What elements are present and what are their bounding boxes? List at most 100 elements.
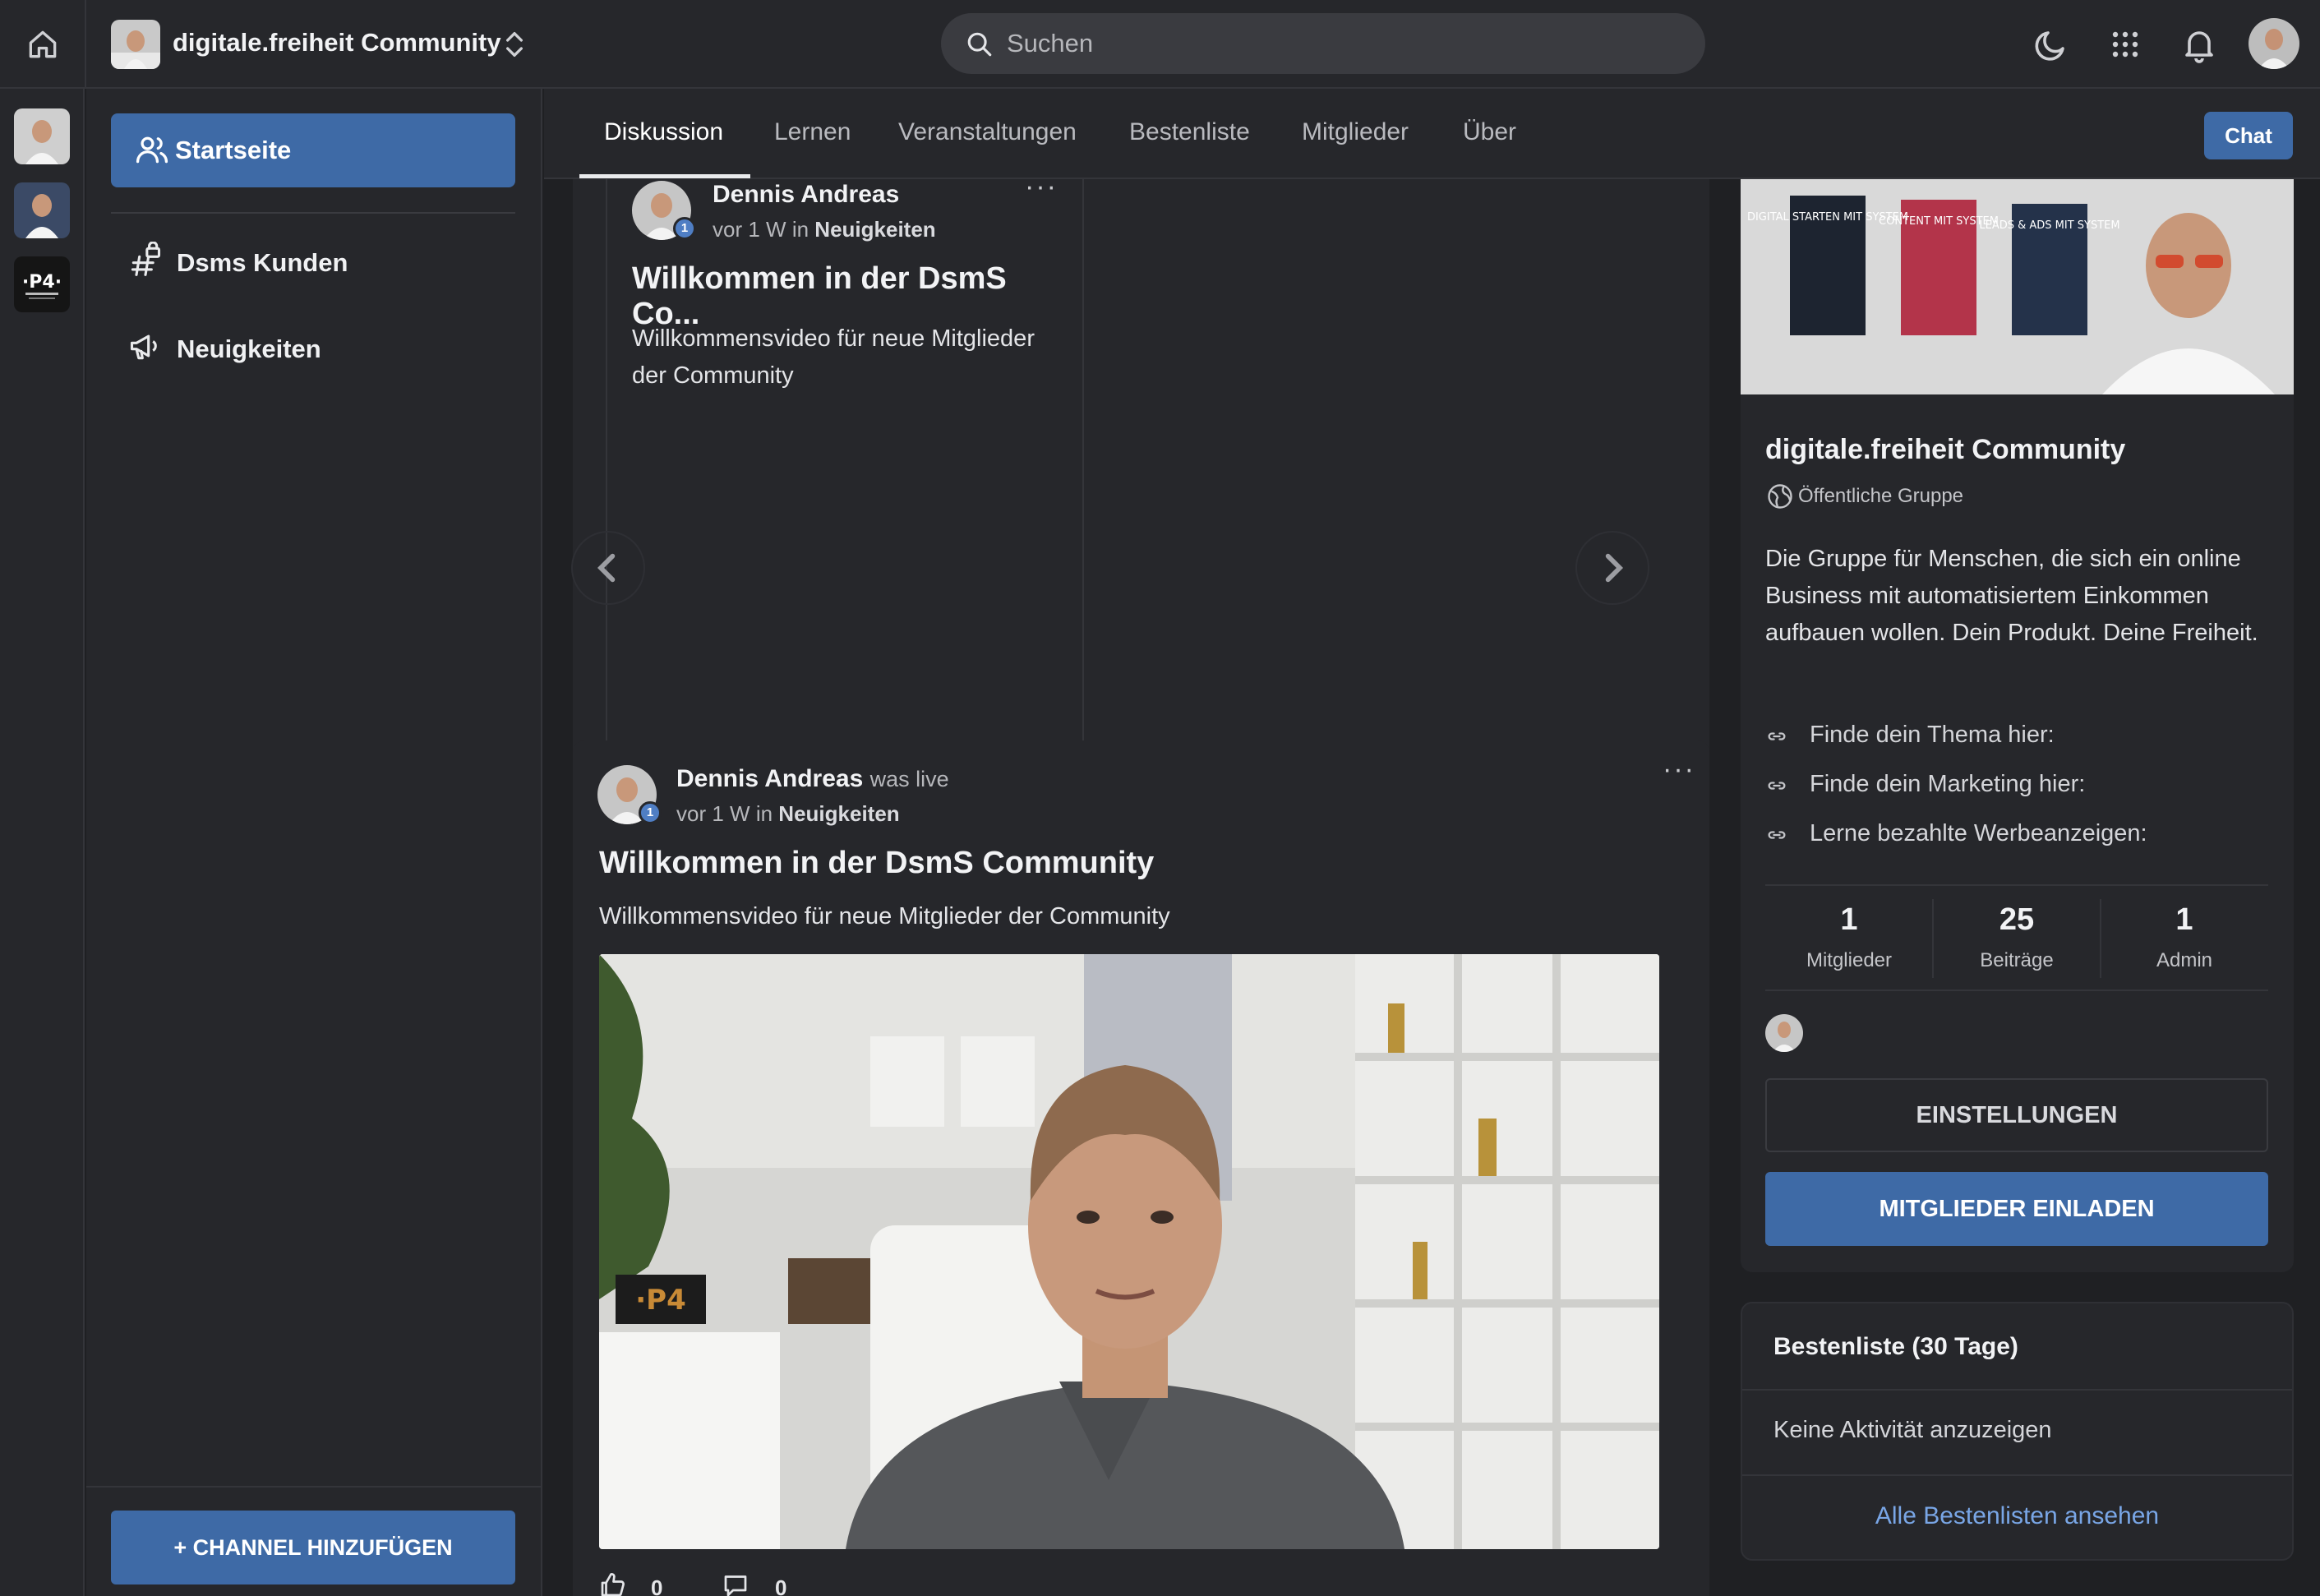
community-rail: ·P4· bbox=[0, 89, 85, 1596]
active-tab-indicator bbox=[579, 174, 750, 178]
sidebar-item-dsms-kunden[interactable]: Dsms Kunden bbox=[111, 228, 515, 291]
discussion-feed[interactable]: 1 Dennis Andreas vor 1 W in Neuigkeiten … bbox=[544, 179, 1719, 1596]
about-link-label: Finde dein Marketing hier: bbox=[1810, 771, 2086, 797]
divider bbox=[111, 212, 515, 214]
tab-mitglieder[interactable]: Mitglieder bbox=[1302, 118, 1409, 146]
carousel-next-button[interactable] bbox=[1575, 531, 1649, 605]
search-input[interactable] bbox=[1007, 13, 1681, 74]
sidebar-item-label: Dsms Kunden bbox=[177, 248, 348, 277]
chat-button[interactable]: Chat bbox=[2204, 112, 2293, 159]
leaderboard-title: Bestenliste (30 Tage) bbox=[1773, 1333, 2018, 1360]
channel-sidebar: Startseite Dsms Kunden Neuigkeiten + CHA… bbox=[86, 89, 542, 1596]
post-time: vor 1 W bbox=[676, 801, 750, 826]
search-bar[interactable] bbox=[941, 13, 1705, 74]
stat-value: 25 bbox=[1999, 902, 2035, 937]
like-count: 0 bbox=[651, 1575, 663, 1596]
level-badge: 1 bbox=[639, 801, 662, 824]
add-channel-button[interactable]: + CHANNEL HINZUFÜGEN bbox=[111, 1511, 515, 1584]
switcher-icon[interactable] bbox=[498, 26, 531, 62]
top-bar: digitale.freiheit Community bbox=[0, 0, 2320, 89]
all-leaderboards-link[interactable]: Alle Bestenlisten ansehen bbox=[1742, 1502, 2292, 1530]
sidebar-item-startseite[interactable]: Startseite bbox=[111, 113, 515, 187]
author-name[interactable]: Dennis Andreas bbox=[713, 181, 899, 209]
divider bbox=[85, 0, 86, 89]
user-avatar[interactable] bbox=[2249, 18, 2299, 69]
divider bbox=[1742, 1474, 2292, 1476]
link-icon bbox=[1765, 725, 1788, 748]
video-player[interactable]: ·P4 bbox=[599, 954, 1659, 1549]
invite-members-button[interactable]: MITGLIEDER EINLADEN bbox=[1765, 1172, 2268, 1246]
post-in: in bbox=[791, 217, 809, 242]
about-description: Die Gruppe für Menschen, die sich ein on… bbox=[1765, 546, 2258, 646]
home-icon[interactable] bbox=[25, 26, 61, 62]
community-banner: DIGITAL STARTEN MIT SYSTEM CONTENT MIT S… bbox=[1741, 179, 2294, 394]
live-status: was live bbox=[869, 767, 949, 791]
stat-value: 1 bbox=[2175, 902, 2193, 937]
globe-icon bbox=[1765, 482, 1795, 511]
link-icon bbox=[1765, 823, 1788, 846]
about-link-label: Lerne bezahlte Werbeanzeigen: bbox=[1810, 820, 2147, 846]
level-badge: 1 bbox=[673, 217, 696, 240]
author-name[interactable]: Dennis Andreas bbox=[676, 765, 863, 792]
carousel-prev-button[interactable] bbox=[571, 531, 645, 605]
member-avatar[interactable] bbox=[1765, 1014, 1803, 1052]
tab-bar: Diskussion Lernen Veranstaltungen Besten… bbox=[544, 89, 2320, 179]
divider bbox=[1742, 1389, 2292, 1391]
moon-icon[interactable] bbox=[2032, 25, 2071, 64]
like-icon[interactable] bbox=[597, 1571, 627, 1596]
divider bbox=[1765, 989, 2268, 991]
link-icon bbox=[1765, 774, 1788, 797]
sidebar-item-label: Startseite bbox=[175, 136, 292, 164]
banner-book-3: LEADS & ADS MIT SYSTEM bbox=[1979, 219, 2119, 232]
stat-members[interactable]: 1 Mitglieder bbox=[1765, 902, 1933, 972]
tab-ueber[interactable]: Über bbox=[1463, 118, 1516, 146]
svg-text:·P4·: ·P4· bbox=[22, 272, 62, 293]
sidebar-item-neuigkeiten[interactable]: Neuigkeiten bbox=[111, 315, 515, 377]
members-icon bbox=[134, 131, 170, 168]
post-text: Willkommensvideo für neue Mitglieder der… bbox=[632, 325, 1035, 389]
tab-veranstaltungen[interactable]: Veranstaltungen bbox=[898, 118, 1077, 146]
sidebar-item-label: Neuigkeiten bbox=[177, 334, 321, 363]
stat-label: Beiträge bbox=[1980, 949, 2054, 971]
about-community-card: DIGITAL STARTEN MIT SYSTEM CONTENT MIT S… bbox=[1741, 179, 2294, 1272]
stat-label: Admin bbox=[2156, 949, 2213, 971]
tab-bestenliste[interactable]: Bestenliste bbox=[1129, 118, 1250, 146]
settings-button[interactable]: EINSTELLUNGEN bbox=[1765, 1078, 2268, 1152]
divider bbox=[1765, 884, 2268, 886]
more-options-icon[interactable]: ··· bbox=[1025, 179, 1058, 203]
hash-lock-icon bbox=[127, 242, 164, 278]
apps-grid-icon[interactable] bbox=[2106, 25, 2145, 64]
about-link-label: Finde dein Thema hier: bbox=[1810, 722, 2055, 748]
post-title[interactable]: Willkommen in der DsmS Community bbox=[599, 846, 1154, 881]
community-avatar[interactable] bbox=[111, 20, 160, 69]
post-author-line: Dennis Andreas was live bbox=[676, 765, 949, 793]
leaderboard-empty-text: Keine Aktivität anzuzeigen bbox=[1773, 1417, 2052, 1443]
stat-value: 1 bbox=[1840, 902, 1858, 937]
post-meta: vor 1 W in Neuigkeiten bbox=[713, 217, 936, 242]
more-options-icon[interactable]: ··· bbox=[1663, 754, 1695, 786]
stat-label: Mitglieder bbox=[1806, 949, 1893, 971]
post-channel[interactable]: Neuigkeiten bbox=[814, 217, 935, 242]
divider bbox=[86, 1486, 541, 1488]
post-text: Willkommensvideo für neue Mitglieder der… bbox=[599, 903, 1170, 929]
rail-community-digitale-freiheit[interactable] bbox=[14, 108, 70, 164]
tab-diskussion[interactable]: Diskussion bbox=[604, 118, 723, 146]
stat-posts[interactable]: 25 Beiträge bbox=[1933, 902, 2101, 972]
post-in: in bbox=[755, 801, 773, 826]
post-channel[interactable]: Neuigkeiten bbox=[778, 801, 899, 826]
megaphone-icon bbox=[127, 328, 164, 364]
search-icon bbox=[966, 30, 994, 58]
rail-community-dsms[interactable] bbox=[14, 182, 70, 238]
rail-community-hartmann[interactable]: ·P4· bbox=[14, 256, 70, 312]
community-name[interactable]: digitale.freiheit Community bbox=[173, 28, 501, 58]
post-time: vor 1 W bbox=[713, 217, 786, 242]
bell-icon[interactable] bbox=[2179, 25, 2219, 64]
post-card[interactable]: 1 Dennis Andreas was live vor 1 W in Neu… bbox=[573, 740, 1709, 1596]
svg-text:·P4: ·P4 bbox=[635, 1284, 686, 1317]
tab-lernen[interactable]: Lernen bbox=[774, 118, 851, 146]
group-visibility: Öffentliche Gruppe bbox=[1798, 485, 1964, 507]
comment-count: 0 bbox=[775, 1575, 787, 1596]
post-meta: vor 1 W in Neuigkeiten bbox=[676, 801, 900, 827]
stat-admins[interactable]: 1 Admin bbox=[2101, 902, 2268, 972]
comment-icon[interactable] bbox=[721, 1571, 750, 1596]
